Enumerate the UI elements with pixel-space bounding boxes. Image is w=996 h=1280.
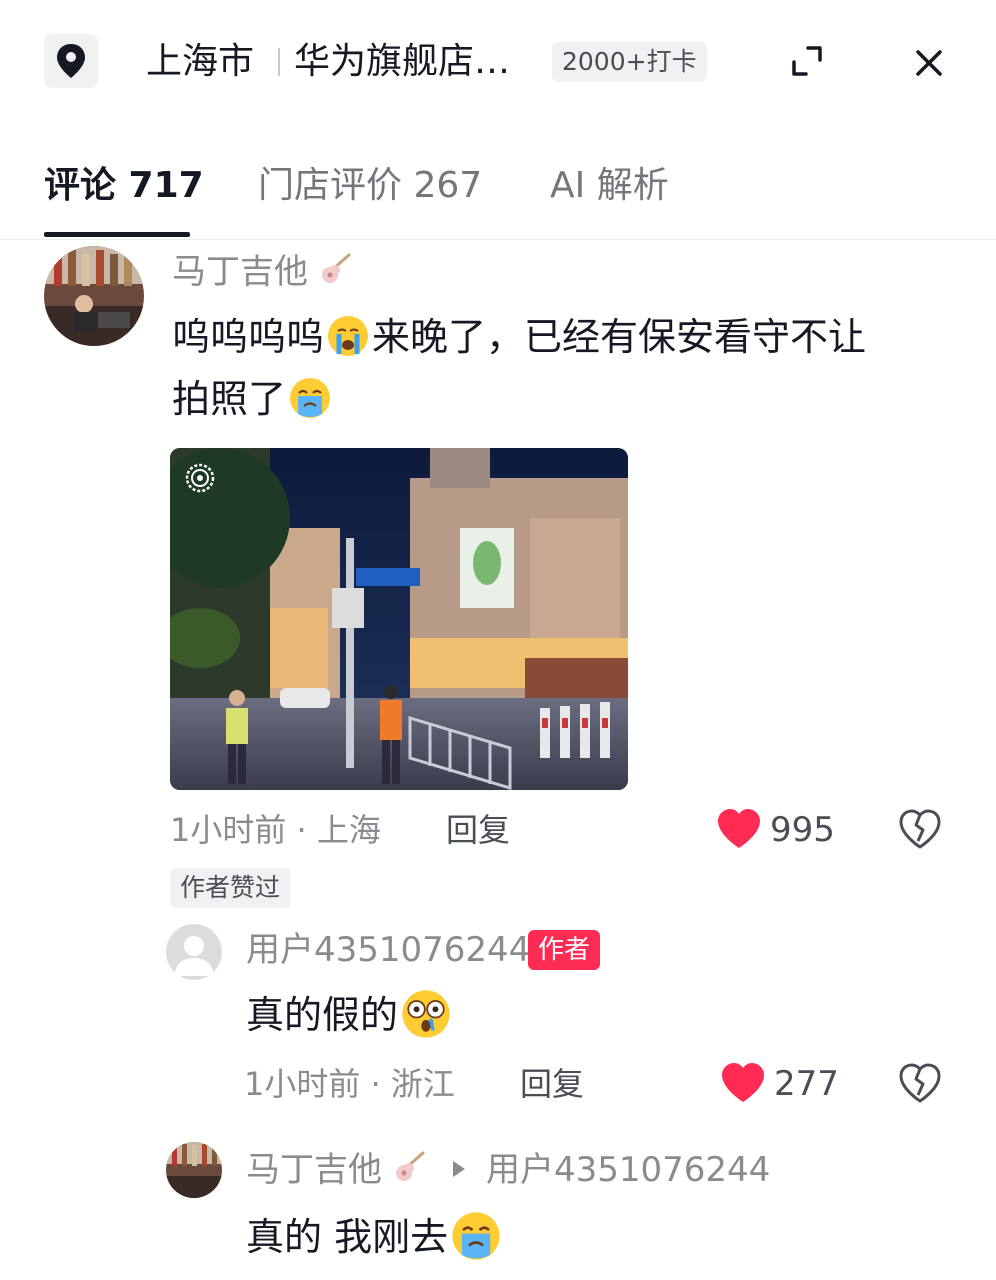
- location-pin-icon: [57, 44, 85, 78]
- tab-active-indicator: [44, 232, 190, 237]
- reply-username[interactable]: 用户4351076244: [246, 928, 530, 972]
- store-name[interactable]: 华为旗舰店…: [294, 38, 510, 86]
- crying-emoji: [452, 1212, 500, 1260]
- comment-text: 呜呜呜呜 来晚了，已经有保安看守不让 拍照了: [172, 315, 867, 421]
- like-count: 995: [770, 810, 835, 850]
- tab-comments[interactable]: 评论 717: [44, 162, 204, 210]
- author-badge: 作者: [528, 930, 601, 970]
- tab-ai-analysis[interactable]: AI 解析: [550, 162, 669, 210]
- heart-icon[interactable]: [720, 1062, 766, 1104]
- guitar-icon: [395, 1151, 425, 1181]
- comment-photo[interactable]: [170, 448, 628, 790]
- author-liked-tag: 作者赞过: [170, 868, 291, 908]
- close-icon[interactable]: [906, 40, 952, 86]
- shocked-emoji: [402, 990, 450, 1038]
- broken-heart-icon[interactable]: [898, 808, 942, 850]
- reply-time-location: 1小时前 · 浙江: [244, 1065, 455, 1103]
- crying-emoji: [328, 316, 369, 356]
- avatar[interactable]: [166, 924, 222, 980]
- crying-emoji: [290, 378, 331, 418]
- comment-username[interactable]: 马丁吉他: [172, 250, 355, 294]
- reply-button[interactable]: 回复: [520, 1062, 584, 1106]
- broken-heart-icon[interactable]: [898, 1062, 942, 1104]
- reply-button[interactable]: 回复: [446, 808, 510, 852]
- reply-username[interactable]: 马丁吉他: [246, 1148, 429, 1192]
- reply-to-username[interactable]: 用户4351076244: [486, 1148, 770, 1192]
- header-divider: [278, 48, 280, 76]
- avatar[interactable]: [166, 1142, 222, 1198]
- avatar[interactable]: [44, 246, 144, 346]
- checkin-count-badge: 2000+打卡: [552, 42, 707, 82]
- location-button[interactable]: [44, 34, 98, 88]
- header: 上海市 华为旗舰店… 2000+打卡: [0, 0, 996, 125]
- expand-icon[interactable]: [786, 40, 828, 82]
- comment-time-location: 1小时前 · 上海: [170, 811, 381, 849]
- reply-text: 真的 我刚去: [246, 1206, 504, 1268]
- guitar-icon: [321, 253, 351, 283]
- like-count: 277: [774, 1064, 839, 1104]
- tab-bar: 评论 717 门店评价 267 AI 解析: [0, 150, 996, 240]
- city-name[interactable]: 上海市: [146, 38, 254, 86]
- tab-store-reviews[interactable]: 门店评价 267: [258, 162, 482, 210]
- reply-arrow-icon: [453, 1161, 465, 1177]
- heart-icon[interactable]: [716, 808, 762, 850]
- reply-text: 真的假的: [246, 984, 454, 1046]
